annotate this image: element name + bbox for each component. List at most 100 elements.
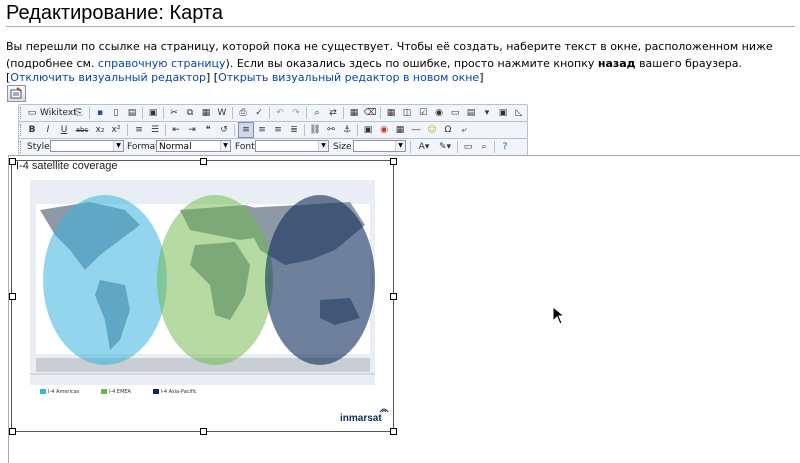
chevron-down-icon: ▼ — [318, 141, 328, 151]
chevron-down-icon: ▼ — [395, 141, 405, 151]
strike-button[interactable]: abc — [75, 123, 89, 137]
toolbar-grip[interactable] — [20, 124, 23, 136]
cut-icon[interactable]: ✂ — [167, 106, 181, 120]
maximize-icon[interactable]: ▭ — [461, 140, 475, 154]
save-icon[interactable]: ▪ — [93, 106, 107, 120]
chevron-down-icon: ▼ — [220, 141, 230, 151]
table-icon[interactable]: ▦ — [384, 106, 398, 120]
bg-color-icon[interactable]: ✎▾ — [436, 140, 454, 154]
undo-icon[interactable]: ↶ — [273, 106, 287, 120]
help-page-link[interactable]: справочную страницу — [98, 57, 226, 70]
outdent-icon[interactable]: ⇤ — [169, 123, 183, 137]
resize-handle[interactable] — [390, 428, 397, 435]
align-justify-icon[interactable]: ≣ — [287, 123, 301, 137]
title-divider — [6, 26, 795, 27]
resize-handle[interactable] — [200, 428, 207, 435]
editor-toolbar-row-3: Style ▼ Format Normal ▼ Font ▼ Size ▼ A▾ … — [18, 138, 528, 156]
brand-logo-text: inmarsat — [340, 413, 382, 424]
resize-handle[interactable] — [200, 158, 207, 165]
map-legend: I-4 Americas I-4 EMEA I-4 Asia-Pacific — [40, 389, 217, 395]
paste-word-icon[interactable]: W — [215, 106, 229, 120]
resize-handle[interactable] — [9, 293, 16, 300]
resize-handle[interactable] — [9, 428, 16, 435]
legend-label: I-4 EMEA — [108, 389, 131, 395]
coverage-americas — [43, 195, 167, 365]
unlink-icon[interactable]: ⚯ — [324, 123, 338, 137]
mouse-cursor-icon — [553, 307, 565, 325]
style-label: Style — [27, 142, 50, 152]
div-container-icon[interactable]: ↺ — [217, 123, 231, 137]
editor-links: [Отключить визуальный редактор] [Открыть… — [6, 71, 484, 84]
indent-icon[interactable]: ⇥ — [185, 123, 199, 137]
spellcheck-icon[interactable]: ✓ — [252, 106, 266, 120]
source-icon[interactable]: ▭ — [25, 106, 39, 120]
blockquote-icon[interactable]: ❝ — [201, 123, 215, 137]
open-editor-new-window-link[interactable]: Открыть визуальный редактор в новом окне — [218, 71, 479, 84]
form-icon[interactable]: ◫ — [400, 106, 414, 120]
resize-handle[interactable] — [390, 158, 397, 165]
smiley-icon[interactable]: ☺ — [425, 123, 439, 137]
font-select[interactable]: ▼ — [255, 140, 329, 152]
redo-icon[interactable]: ↷ — [289, 106, 303, 120]
page-break-icon[interactable]: ⤶ — [457, 123, 471, 137]
toolbar-separator — [165, 124, 166, 136]
intro-text-part: ). Если вы оказались здесь по ошибке, пр… — [225, 57, 598, 70]
remove-format-icon[interactable]: ⌫ — [363, 106, 377, 120]
align-right-icon[interactable]: ≡ — [271, 123, 285, 137]
bold-button[interactable]: B — [25, 123, 39, 137]
resize-handle[interactable] — [9, 158, 16, 165]
toolbar-separator — [410, 141, 411, 153]
font-label: Font — [235, 142, 255, 152]
toggle-toolbar-button[interactable] — [7, 85, 26, 102]
checkbox-icon[interactable]: ☑ — [416, 106, 430, 120]
textfield-icon[interactable]: ▭ — [448, 106, 462, 120]
size-select[interactable]: ▼ — [353, 140, 406, 152]
radio-icon[interactable]: ◉ — [432, 106, 446, 120]
anchor-icon[interactable]: ⚓ — [340, 123, 354, 137]
paste-icon[interactable]: ⎘ — [72, 106, 86, 120]
subscript-button[interactable]: x₂ — [93, 123, 107, 137]
copy-icon[interactable]: ⧉ — [183, 106, 197, 120]
toolbar-grip[interactable] — [20, 141, 23, 153]
text-color-icon[interactable]: A▾ — [415, 140, 433, 154]
link-icon[interactable]: ⛓ — [308, 123, 322, 137]
preview-icon[interactable]: ▤ — [125, 106, 139, 120]
new-page-icon[interactable]: ▯ — [109, 106, 123, 120]
align-center-icon[interactable]: ≡ — [255, 123, 269, 137]
templates-icon[interactable]: ▣ — [146, 106, 160, 120]
resize-handle[interactable] — [390, 293, 397, 300]
find-icon[interactable]: ⌕ — [310, 106, 324, 120]
show-blocks-icon[interactable]: ⌕ — [477, 140, 491, 154]
numbered-list-icon[interactable]: ≡ — [132, 123, 146, 137]
special-char-icon[interactable]: Ω — [441, 123, 455, 137]
image-icon[interactable]: ▣ — [361, 123, 375, 137]
select-all-icon[interactable]: ▦ — [347, 106, 361, 120]
table-insert-icon[interactable]: ▦ — [393, 123, 407, 137]
align-left-icon[interactable]: ≡ — [238, 122, 254, 138]
size-label: Size — [333, 142, 352, 152]
style-select[interactable]: ▼ — [50, 140, 124, 152]
superscript-button[interactable]: x² — [109, 123, 123, 137]
format-select[interactable]: Normal ▼ — [156, 140, 231, 152]
horizontal-rule-icon[interactable]: ― — [409, 123, 423, 137]
toolbar-grip[interactable] — [20, 107, 23, 119]
print-icon[interactable]: ⎙ — [236, 106, 250, 120]
toolbar-separator — [457, 141, 458, 153]
toolbar-separator — [234, 124, 235, 136]
underline-button[interactable]: U — [57, 123, 71, 137]
textarea-icon[interactable]: ▤ — [464, 106, 478, 120]
editor-toolbar-row-2: B I U abc x₂ x² ≡ ☰ ⇤ ⇥ ❝ ↺ ≡ ≡ ≡ ≣ ⛓ ⚯ … — [18, 121, 528, 139]
italic-button[interactable]: I — [41, 123, 55, 137]
select-icon[interactable]: ▾ — [480, 106, 494, 120]
image-button-icon[interactable]: ▣ — [496, 106, 510, 120]
about-icon[interactable]: ? — [498, 140, 512, 154]
toolbar-separator — [127, 124, 128, 136]
flash-icon[interactable]: ◉ — [377, 123, 391, 137]
replace-icon[interactable]: ⇄ — [326, 106, 340, 120]
format-select-value: Normal — [159, 142, 192, 152]
toolbar-separator — [269, 107, 270, 119]
disable-visual-editor-link[interactable]: Отключить визуальный редактор — [10, 71, 206, 84]
paste-text-icon[interactable]: ▦ — [199, 106, 213, 120]
hidden-field-icon[interactable]: ◺ — [512, 106, 526, 120]
bulleted-list-icon[interactable]: ☰ — [148, 123, 162, 137]
